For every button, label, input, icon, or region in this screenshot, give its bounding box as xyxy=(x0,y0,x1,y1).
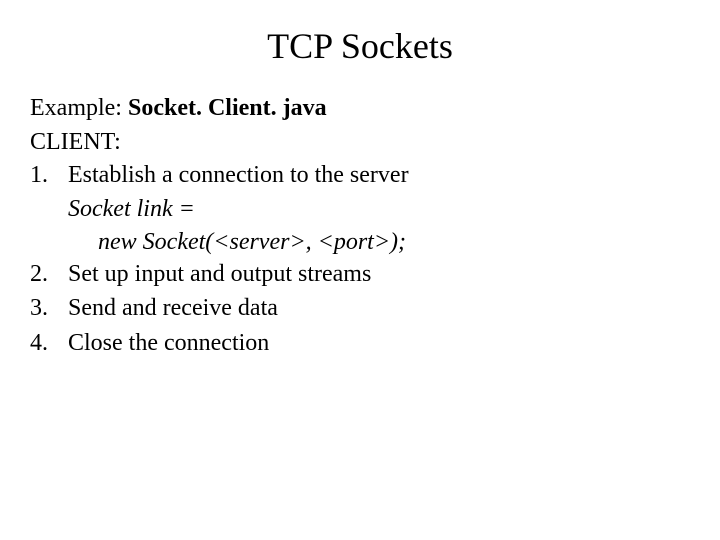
code-line: new Socket(<server>, <port>); xyxy=(98,226,690,258)
step-text: Set up input and output streams xyxy=(68,258,690,290)
list-item: 3. Send and receive data xyxy=(30,292,690,324)
steps-list: 1. Establish a connection to the server … xyxy=(30,159,690,359)
list-item: 2. Set up input and output streams xyxy=(30,258,690,290)
step-number: 2. xyxy=(30,258,68,290)
step-number: 3. xyxy=(30,292,68,324)
example-filename: Socket. Client. java xyxy=(128,95,327,121)
slide-content: Example: Socket. Client. java CLIENT: 1.… xyxy=(30,92,690,359)
slide-title: TCP Sockets xyxy=(30,25,690,67)
step-number: 1. xyxy=(30,159,68,191)
example-label: Example: xyxy=(30,95,122,121)
step-text: Send and receive data xyxy=(68,292,690,324)
code-line: Socket link = xyxy=(68,193,690,225)
client-role: CLIENT: xyxy=(30,126,690,158)
list-item: 1. Establish a connection to the server xyxy=(30,159,690,191)
step-text: Close the connection xyxy=(68,327,690,359)
step-number: 4. xyxy=(30,327,68,359)
step-text: Establish a connection to the server xyxy=(68,159,690,191)
list-item: 4. Close the connection xyxy=(30,327,690,359)
example-line: Example: Socket. Client. java xyxy=(30,92,690,124)
